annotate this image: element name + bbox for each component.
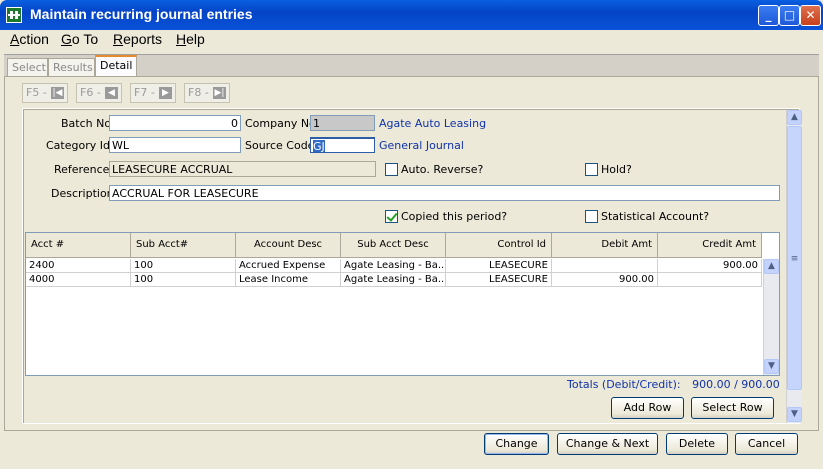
prev-record-icon: ◀ [105, 87, 118, 99]
col-header-sub-acct-desc[interactable]: Sub Acct Desc [341, 233, 446, 258]
tab-strip: Select Results Detail [4, 54, 819, 78]
reference-label: Reference [54, 163, 110, 176]
change-next-button[interactable]: Change & Next [557, 433, 658, 455]
close-button[interactable]: ✕ [800, 5, 821, 26]
col-header-credit-amt[interactable]: Credit Amt [658, 233, 762, 258]
table-cell[interactable]: 100 [131, 259, 236, 273]
tab-results[interactable]: Results [48, 58, 95, 77]
company-no-field: 1 [310, 115, 375, 131]
col-header-control-id[interactable]: Control Id [446, 233, 552, 258]
batch-no-label: Batch No [61, 117, 112, 130]
copied-this-period-checkbox[interactable] [385, 210, 398, 223]
col-header-sub-acct[interactable]: Sub Acct# [131, 233, 236, 258]
tab-select[interactable]: Select [7, 58, 48, 77]
menu-reports[interactable]: Reports [113, 31, 162, 47]
table-cell[interactable]: Lease Income [236, 273, 341, 287]
description-field[interactable]: ACCRUAL FOR LEASECURE [109, 185, 780, 201]
tab-detail[interactable]: Detail [95, 55, 137, 78]
source-code-field[interactable]: GJ [310, 137, 375, 153]
hold-checkbox[interactable] [585, 163, 598, 176]
hold-label: Hold? [601, 163, 632, 176]
table-cell[interactable]: 900.00 [658, 259, 762, 273]
scroll-down-icon[interactable]: ▼ [787, 407, 802, 422]
scroll-up-icon[interactable]: ▲ [764, 259, 779, 274]
scroll-down-icon[interactable]: ▼ [764, 359, 779, 374]
menu-action[interactable]: Action [10, 31, 49, 47]
scroll-up-icon[interactable]: ▲ [787, 110, 802, 125]
last-record-icon: ▶| [213, 87, 226, 99]
change-button[interactable]: Change [484, 433, 549, 455]
auto-reverse-label: Auto. Reverse? [401, 163, 484, 176]
app-icon [6, 7, 22, 23]
journal-grid: Acct # Sub Acct# Account Desc Sub Acct D… [25, 232, 780, 376]
batch-no-field[interactable]: 0 [109, 115, 241, 131]
category-id-field[interactable]: WL [109, 137, 241, 153]
cancel-button[interactable]: Cancel [735, 433, 798, 455]
totals: Totals (Debit/Credit): 900.00 / 900.00 [567, 378, 780, 391]
company-name-link[interactable]: Agate Auto Leasing [379, 117, 486, 130]
col-header-account-desc[interactable]: Account Desc [236, 233, 341, 258]
source-name-link[interactable]: General Journal [379, 139, 464, 152]
delete-button[interactable]: Delete [666, 433, 728, 455]
grid-scrollbar[interactable]: ▲ ▼ [763, 259, 779, 375]
reference-field: LEASECURE ACCRUAL [109, 161, 376, 177]
last-record-button[interactable]: F8 - ▶| [184, 83, 230, 103]
table-cell[interactable]: Accrued Expense [236, 259, 341, 273]
company-no-label: Company No [245, 117, 316, 130]
window-title: Maintain recurring journal entries [30, 6, 253, 22]
add-row-button[interactable]: Add Row [611, 397, 684, 419]
table-cell[interactable]: Agate Leasing - Ba... [341, 273, 446, 287]
prev-record-button[interactable]: F6 - ◀ [76, 83, 122, 103]
auto-reverse-checkbox[interactable] [385, 163, 398, 176]
first-record-icon: |◀ [51, 87, 64, 99]
copied-this-period-label: Copied this period? [401, 210, 508, 223]
totals-value: 900.00 / 900.00 [692, 378, 780, 391]
totals-label: Totals (Debit/Credit): [567, 378, 681, 391]
source-code-label: Source Code [245, 139, 315, 152]
menu-bar: Action Go To Reports Help [0, 30, 823, 52]
menu-help[interactable]: Help [176, 31, 205, 47]
select-row-button[interactable]: Select Row [691, 397, 774, 419]
table-cell[interactable]: LEASECURE [446, 259, 552, 273]
nav-label: F7 - [134, 86, 155, 99]
table-cell[interactable]: Agate Leasing - Ba... [341, 259, 446, 273]
table-cell[interactable] [658, 273, 762, 287]
table-cell[interactable]: 100 [131, 273, 236, 287]
statistical-account-checkbox[interactable] [585, 210, 598, 223]
first-record-button[interactable]: F5 - |◀ [22, 83, 68, 103]
maximize-button[interactable]: □ [779, 5, 800, 26]
next-record-icon: ▶ [159, 87, 172, 99]
table-cell[interactable]: LEASECURE [446, 273, 552, 287]
nav-label: F5 - [26, 86, 47, 99]
menu-goto[interactable]: Go To [61, 31, 98, 47]
minimize-button[interactable]: _ [758, 5, 779, 26]
nav-label: F8 - [188, 86, 209, 99]
table-cell[interactable]: 4000 [26, 273, 131, 287]
table-cell[interactable]: 2400 [26, 259, 131, 273]
table-cell[interactable] [552, 259, 658, 273]
scroll-thumb[interactable]: ≡ [787, 126, 802, 390]
source-code-value: GJ [313, 140, 325, 153]
category-id-label: Category Id [46, 139, 110, 152]
statistical-account-label: Statistical Account? [601, 210, 710, 223]
form-scrollbar[interactable]: ▲ ≡ ▼ [786, 110, 802, 423]
nav-label: F6 - [80, 86, 101, 99]
table-cell[interactable]: 900.00 [552, 273, 658, 287]
col-header-acct[interactable]: Acct # [26, 233, 131, 258]
next-record-button[interactable]: F7 - ▶ [130, 83, 176, 103]
title-bar: Maintain recurring journal entries _ □ ✕ [0, 0, 823, 30]
col-header-debit-amt[interactable]: Debit Amt [552, 233, 658, 258]
description-label: Description [51, 187, 114, 200]
